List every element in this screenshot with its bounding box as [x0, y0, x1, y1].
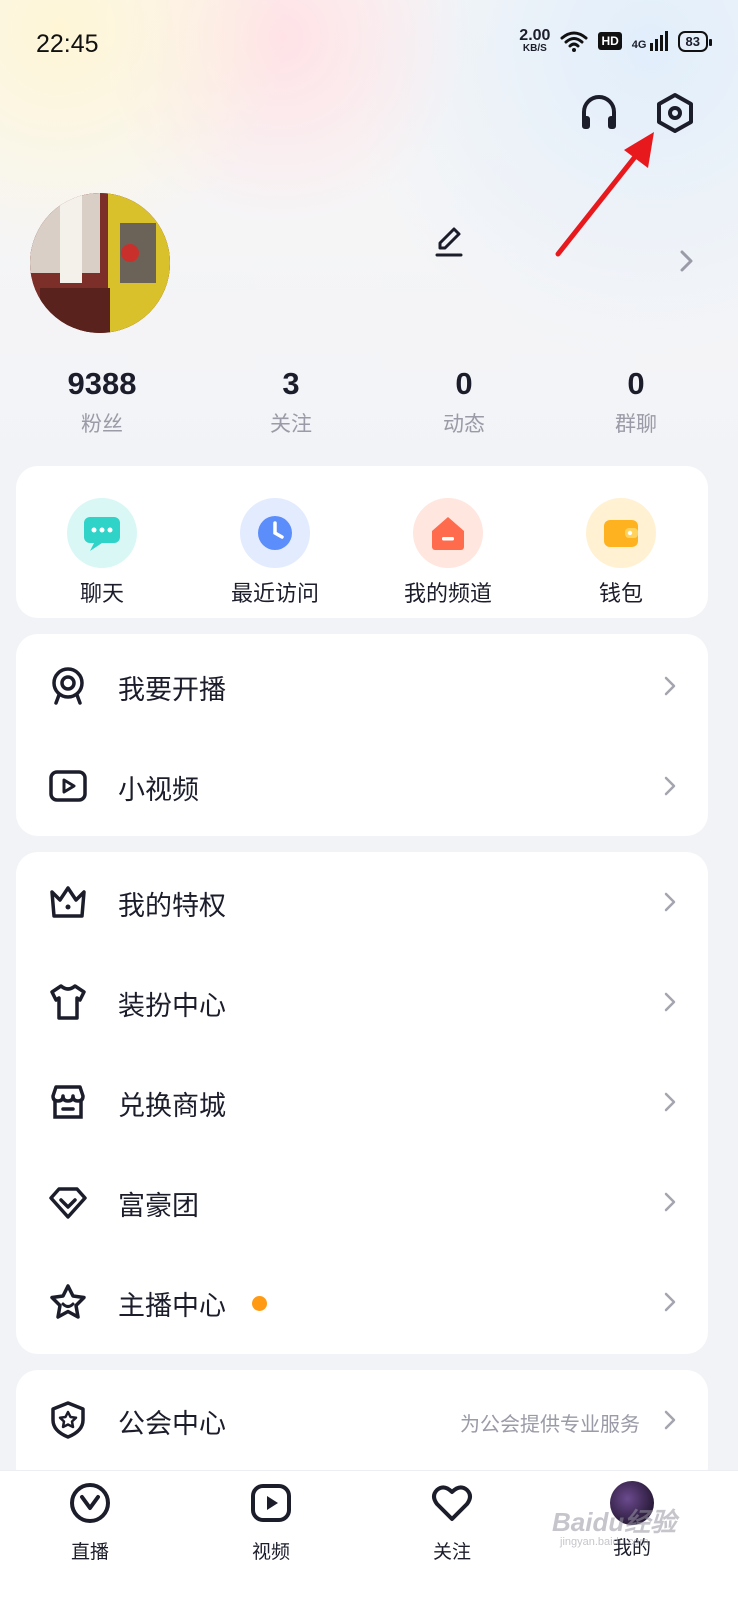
chevron-right-icon	[664, 1092, 676, 1112]
chevron-right-icon[interactable]	[676, 248, 698, 274]
tab-video[interactable]: 视频	[221, 1481, 321, 1564]
status-time: 22:45	[36, 30, 99, 58]
diamond-icon	[49, 1187, 87, 1219]
wifi-icon	[560, 31, 588, 52]
menu-item-label: 公会中心	[118, 1409, 226, 1440]
quick-action-label: 钱包	[598, 582, 643, 607]
hd-badge: HD	[598, 32, 622, 50]
battery-indicator: 83	[677, 30, 713, 52]
stat-value: 0	[455, 366, 473, 401]
stat-groups[interactable]: 0 群聊	[566, 366, 706, 438]
menu-item-short-video[interactable]: 小视频	[16, 736, 708, 836]
stat-label: 群聊	[615, 412, 657, 436]
menu-item-label: 装扮中心	[118, 991, 226, 1022]
menu-item-guild-center[interactable]: 公会中心 为公会提供专业服务	[16, 1370, 708, 1470]
tab-label: 视频	[251, 1541, 290, 1563]
signal-bars-icon	[649, 31, 668, 51]
star-icon	[50, 1284, 86, 1319]
menu-item-label: 富豪团	[118, 1191, 199, 1222]
profile-avatar[interactable]	[30, 193, 170, 333]
stat-posts[interactable]: 0 动态	[394, 366, 534, 438]
chevron-right-icon	[664, 1292, 676, 1312]
notification-dot	[252, 1296, 267, 1311]
tab-label: 直播	[70, 1541, 109, 1563]
menu-item-label: 主播中心	[118, 1291, 226, 1322]
crown-icon	[50, 886, 86, 918]
clock-icon	[240, 498, 310, 568]
menu-item-anchor-center[interactable]: 主播中心	[16, 1252, 708, 1352]
stat-following[interactable]: 3 关注	[221, 366, 361, 438]
store-icon	[51, 1085, 85, 1119]
shield-star-icon	[51, 1401, 85, 1439]
chevron-right-icon	[664, 992, 676, 1012]
menu-item-label: 我的特权	[118, 891, 226, 922]
annotation-arrow	[555, 132, 654, 257]
watermark: Baidu经验	[552, 1507, 677, 1537]
menu-item-label: 小视频	[118, 775, 199, 806]
menu-item-rich-club[interactable]: 富豪团	[16, 1152, 708, 1252]
stat-label: 关注	[270, 412, 312, 436]
quick-actions-card: 聊天 最近访问 我的频道 钱包	[16, 466, 708, 618]
quick-action-recent[interactable]: 最近访问	[205, 498, 345, 608]
quick-action-label: 最近访问	[230, 582, 319, 607]
menu-item-go-live[interactable]: 我要开播	[16, 636, 708, 736]
webcam-icon	[52, 667, 84, 705]
video-play-icon	[49, 770, 87, 802]
menu-item-exchange-mall[interactable]: 兑换商城	[16, 1052, 708, 1152]
stat-value: 3	[282, 366, 300, 401]
tab-live[interactable]: 直播	[40, 1481, 140, 1564]
quick-action-chat[interactable]: 聊天	[32, 498, 172, 608]
quick-action-wallet[interactable]: 钱包	[551, 498, 691, 608]
tab-follow[interactable]: 关注	[402, 1481, 502, 1564]
network-speed: 2.00 KB/S	[519, 28, 550, 54]
chevron-right-icon	[664, 1192, 676, 1212]
avatar-photo	[30, 193, 170, 333]
menu-item-label: 兑换商城	[118, 1091, 226, 1122]
tshirt-icon	[50, 984, 86, 1020]
chevron-right-icon	[664, 892, 676, 912]
menu-item-dress-up[interactable]: 装扮中心	[16, 952, 708, 1052]
menu-item-label: 我要开播	[118, 675, 226, 706]
menu-card-features: 我的特权 装扮中心 兑换商城 富豪团 主播中心	[16, 852, 708, 1354]
home-icon	[413, 498, 483, 568]
quick-action-channel[interactable]: 我的频道	[378, 498, 518, 608]
status-icons: 2.00 KB/S HD 4G 83	[519, 28, 713, 54]
wallet-icon	[586, 498, 656, 568]
menu-item-privileges[interactable]: 我的特权	[16, 852, 708, 952]
chevron-right-icon	[664, 776, 676, 796]
quick-action-label: 聊天	[79, 582, 124, 607]
network-speed-value: 2.00	[519, 27, 551, 44]
network-speed-unit: KB/S	[522, 43, 547, 54]
heart-icon	[432, 1485, 472, 1521]
chevron-right-icon	[664, 676, 676, 696]
video-tab-icon	[251, 1484, 291, 1522]
stat-fans[interactable]: 9388 粉丝	[32, 366, 172, 438]
signal-label: 4G	[631, 39, 647, 51]
stat-value: 9388	[67, 366, 137, 401]
cellular-signal: 4G	[632, 31, 668, 51]
profile-stats: 9388 粉丝 3 关注 0 动态 0 群聊	[0, 366, 738, 446]
chevron-right-icon	[664, 1410, 676, 1430]
watermark-url: jingyan.baidu.com	[560, 1536, 649, 1548]
quick-action-label: 我的频道	[403, 582, 492, 607]
stat-value: 0	[627, 366, 645, 401]
menu-card-broadcast: 我要开播 小视频	[16, 634, 708, 836]
pencil-icon[interactable]	[432, 224, 466, 258]
tab-label: 关注	[432, 1541, 471, 1563]
menu-item-subtitle: 为公会提供专业服务	[460, 1412, 640, 1436]
live-y-icon	[70, 1483, 110, 1523]
stat-label: 动态	[443, 412, 485, 436]
stat-label: 粉丝	[81, 412, 123, 436]
chat-bubble-icon	[67, 498, 137, 568]
